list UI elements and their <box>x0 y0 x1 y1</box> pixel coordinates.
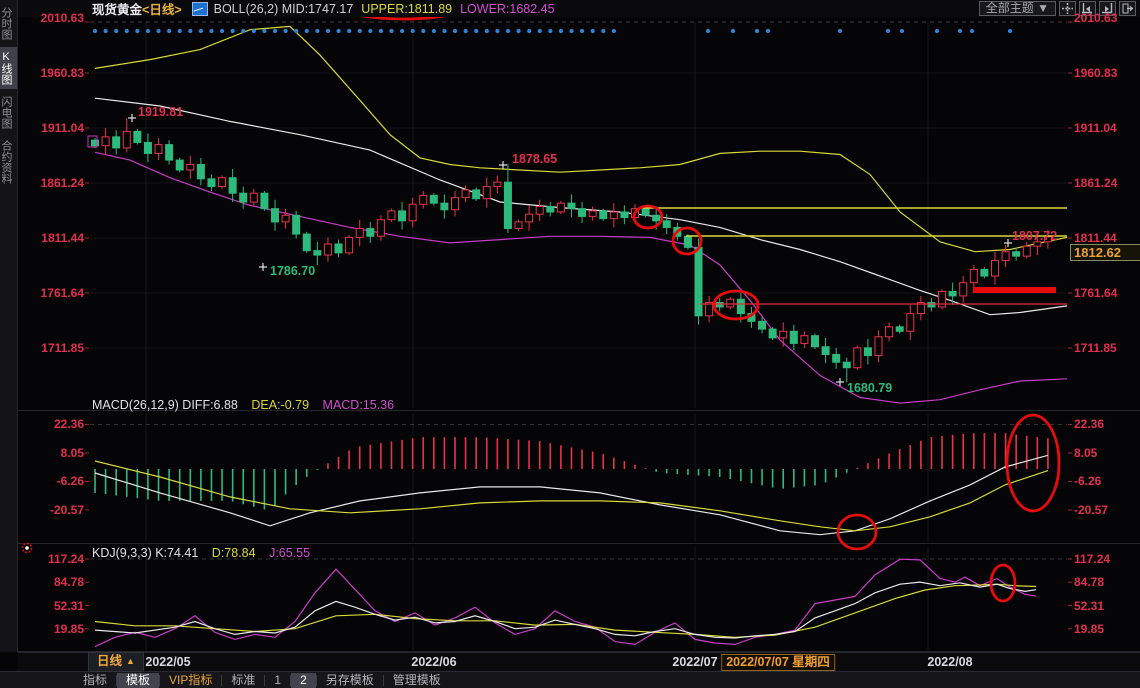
current-price-box: 1812.62 <box>1070 244 1140 261</box>
kdj-axis-label-left: 84.78 <box>22 575 84 589</box>
sidebar: 分时图 K线图 闪电图 合约资料 <box>0 0 18 652</box>
kdj-axis-label-right: 84.78 <box>1074 575 1104 589</box>
price-annotation: 1878.65 <box>512 152 557 166</box>
theme-select-button[interactable]: 全部主题 ▼ <box>979 1 1056 16</box>
kdj-axis-label-right: 19.85 <box>1074 622 1104 636</box>
bottom-toolbar: 指标模板VIP指标标准12另存模板管理模板 <box>0 671 1140 688</box>
macd-axis-label-right: -20.57 <box>1074 503 1108 517</box>
period-label: 日线 <box>97 654 122 668</box>
price-axis-label-left: 1711.85 <box>22 341 84 355</box>
kdj-axis-label-left: 117.24 <box>22 552 84 566</box>
toolbar-item-8[interactable]: 管理模板 <box>384 673 450 688</box>
macd-diff-readout: MACD(26,12,9) DIFF:6.88 <box>92 398 238 412</box>
time-axis-label: 2022/05 <box>145 655 190 669</box>
price-axis-label-left: 1761.64 <box>22 286 84 300</box>
time-axis-label: 2022/07 <box>672 655 717 669</box>
price-axis-label-right: 1960.83 <box>1074 66 1117 80</box>
boll-lower-readout: LOWER:1682.45 <box>460 2 555 16</box>
crosshair-date-label: 2022/07/07 星期四 <box>721 654 835 671</box>
macd-dea-readout: DEA:-0.79 <box>251 398 309 412</box>
sidebar-tab-time-chart[interactable]: 分时图 <box>0 3 17 44</box>
price-annotation: 1786.70 <box>270 264 315 278</box>
price-axis-label-right: 1711.85 <box>1074 341 1117 355</box>
kdj-header: KDJ(9,3,3) K:74.41 D:78.84 J:65.55 <box>92 546 310 560</box>
toolbar-item-2[interactable]: 模板 <box>117 673 159 688</box>
macd-axis-label-left: -20.57 <box>22 503 84 517</box>
kdj-j-readout: J:65.55 <box>269 546 310 560</box>
period-dropdown-button[interactable]: 日线 ▲ <box>88 652 144 672</box>
sidebar-tab-contract-info[interactable]: 合约资料 <box>0 136 17 188</box>
toolbar-item-7[interactable]: 另存模板 <box>317 673 383 688</box>
symbol-title: 现货黄金 <box>92 0 142 18</box>
price-axis-label-right: 1811.44 <box>1074 231 1117 245</box>
chart-icon <box>192 2 208 16</box>
kdj-axis-label-left: 19.85 <box>22 622 84 636</box>
macd-axis-label-left: -6.26 <box>22 474 84 488</box>
pop-out-icon[interactable] <box>1119 1 1136 16</box>
price-axis-label-left: 2010.63 <box>22 11 84 25</box>
period-tag: <日线> <box>142 0 182 18</box>
price-annotation: 1919.81 <box>138 105 183 119</box>
price-axis-label-left: 1911.04 <box>22 121 84 135</box>
price-annotation: 1680.79 <box>847 381 892 395</box>
time-axis: 2022/05 2022/06 2022/07 2022/08 2022/07/07 星… <box>18 652 1140 672</box>
macd-axis-label-right: 8.05 <box>1074 446 1097 460</box>
toolbar-item-5[interactable]: 1 <box>265 673 290 688</box>
triangle-up-icon: ▲ <box>126 656 135 666</box>
price-axis-label-right: 1911.04 <box>1074 121 1117 135</box>
macd-header: MACD(26,12,9) DIFF:6.88 DEA:-0.79 MACD:1… <box>92 398 394 412</box>
kdj-k-readout: KDJ(9,3,3) K:74.41 <box>92 546 198 560</box>
time-axis-label: 2022/06 <box>411 655 456 669</box>
kdj-axis-label-right: 52.31 <box>1074 599 1104 613</box>
macd-macd-readout: MACD:15.36 <box>323 398 395 412</box>
trading-app-window: 现货黄金 <日线> BOLL(26,2) MID:1747.17 UPPER:1… <box>0 0 1140 688</box>
sidebar-tab-kline-chart[interactable]: K线图 <box>0 47 17 89</box>
boll-mid-readout: BOLL(26,2) MID:1747.17 <box>214 2 354 16</box>
chart-canvas[interactable] <box>0 0 1140 688</box>
price-axis-label-right: 2010.63 <box>1074 11 1117 25</box>
macd-axis-label-left: 22.36 <box>22 417 84 431</box>
toolbar-item-1[interactable]: 指标 <box>74 673 116 688</box>
price-axis-label-left: 1960.83 <box>22 66 84 80</box>
macd-axis-label-left: 8.05 <box>22 446 84 460</box>
macd-axis-label-right: 22.36 <box>1074 417 1104 431</box>
toolbar-item-4[interactable]: 标准 <box>222 673 264 688</box>
price-axis-label-right: 1861.24 <box>1074 176 1117 190</box>
top-bar: 现货黄金 <日线> BOLL(26,2) MID:1747.17 UPPER:1… <box>18 0 1140 17</box>
sidebar-tab-flash-chart[interactable]: 闪电图 <box>0 92 17 133</box>
toolbar-item-6[interactable]: 2 <box>291 673 316 688</box>
macd-axis-label-right: -6.26 <box>1074 474 1101 488</box>
price-axis-label-right: 1761.64 <box>1074 286 1117 300</box>
price-axis-label-left: 1811.44 <box>22 231 84 245</box>
boll-upper-readout: UPPER:1811.89 <box>361 2 452 16</box>
time-axis-label: 2022/08 <box>927 655 972 669</box>
price-annotation: 1807.72 <box>1012 229 1057 243</box>
price-axis-label-left: 1861.24 <box>22 176 84 190</box>
kdj-axis-label-right: 117.24 <box>1074 552 1110 566</box>
toolbar-item-3[interactable]: VIP指标 <box>160 673 221 688</box>
kdj-axis-label-left: 52.31 <box>22 599 84 613</box>
kdj-d-readout: D:78.84 <box>212 546 256 560</box>
